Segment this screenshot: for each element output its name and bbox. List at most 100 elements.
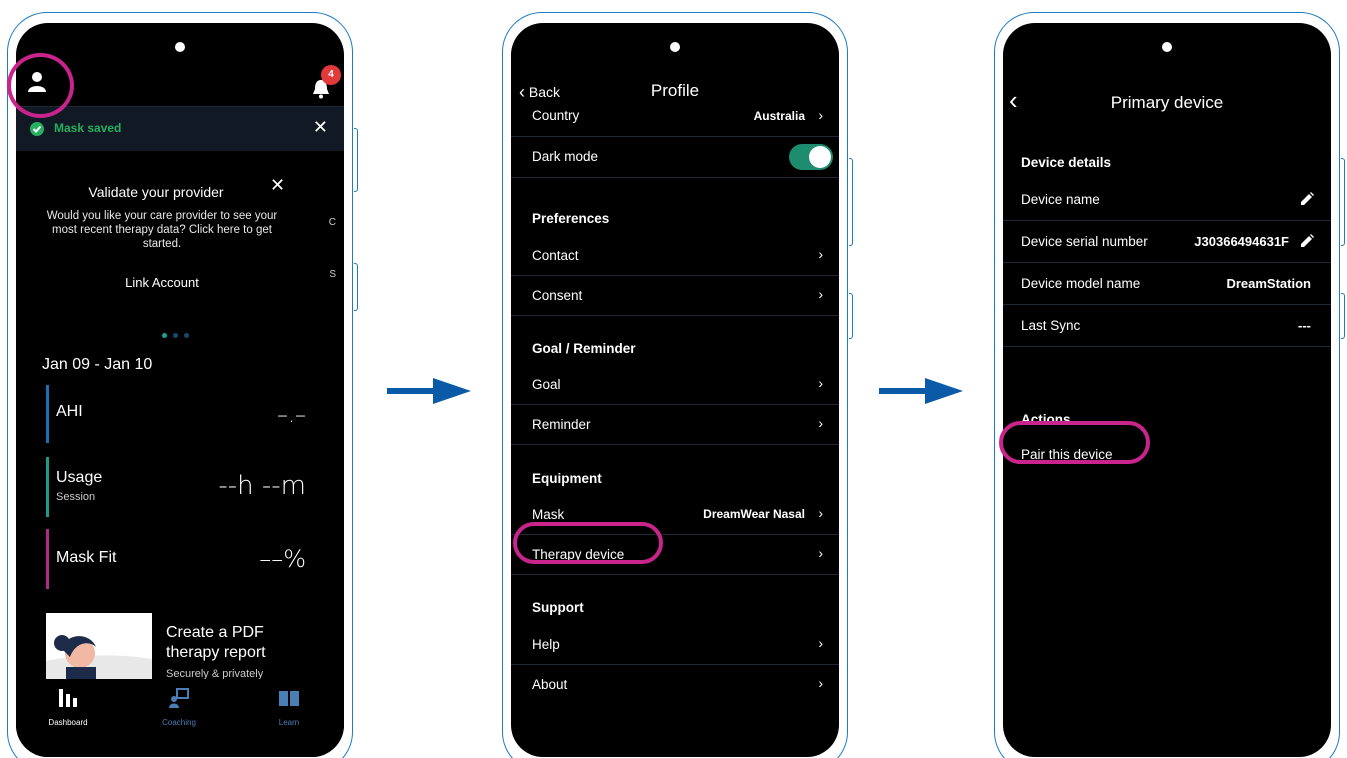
row-label: Country bbox=[532, 108, 580, 123]
metric-ahi[interactable]: AHI –.– bbox=[46, 385, 306, 443]
section-header: Preferences bbox=[532, 211, 610, 226]
row-label: Device serial number bbox=[1021, 234, 1148, 249]
highlight-profile-icon bbox=[7, 53, 74, 118]
metric-mask-fit[interactable]: Mask Fit ––% bbox=[46, 529, 306, 589]
highlight-therapy-device bbox=[513, 522, 663, 564]
carousel-dot[interactable] bbox=[173, 333, 178, 338]
carousel-dots[interactable] bbox=[162, 325, 195, 343]
row-last-sync: Last Sync --- bbox=[1003, 305, 1331, 347]
camera bbox=[668, 40, 682, 54]
carousel-dot[interactable] bbox=[184, 333, 189, 338]
row-goal[interactable]: Goal › bbox=[511, 365, 839, 405]
side-button bbox=[1341, 293, 1345, 339]
row-value: --- bbox=[1298, 318, 1311, 333]
close-icon[interactable]: ✕ bbox=[270, 175, 285, 196]
tab-dashboard[interactable]: Dashboard bbox=[33, 687, 103, 727]
section-header: Support bbox=[532, 600, 584, 615]
row-value: Australia bbox=[753, 109, 805, 123]
book-icon bbox=[279, 691, 299, 706]
metric-color-bar bbox=[46, 529, 49, 589]
row-label: Last Sync bbox=[1021, 318, 1081, 333]
tab-learn[interactable]: Learn bbox=[254, 687, 324, 727]
mask-saved-toast: Mask saved ✕ bbox=[16, 107, 344, 151]
row-about[interactable]: About › bbox=[511, 665, 839, 705]
row-model-name: Device model name DreamStation bbox=[1003, 263, 1331, 305]
toast-text: Mask saved bbox=[54, 121, 122, 135]
row-device-name[interactable]: Device name bbox=[1003, 179, 1331, 221]
chevron-right-icon: › bbox=[818, 505, 823, 521]
pencil-icon[interactable] bbox=[1299, 233, 1315, 249]
card-body: Would you like your care provider to see… bbox=[46, 210, 278, 250]
chevron-right-icon: › bbox=[818, 545, 823, 561]
card-title: Validate your provider bbox=[88, 184, 224, 200]
profile-screen: ‹ Back Profile Country Australia › Dark … bbox=[511, 23, 839, 757]
promo-title-line: therapy report bbox=[166, 644, 266, 661]
side-button bbox=[354, 128, 358, 192]
camera bbox=[1160, 40, 1174, 54]
side-button bbox=[849, 293, 853, 339]
highlight-pair-device bbox=[999, 421, 1150, 464]
row-value: DreamStation bbox=[1226, 276, 1311, 291]
side-button bbox=[849, 158, 853, 246]
arrow-right-icon bbox=[879, 378, 963, 404]
metric-value: --h --m bbox=[218, 471, 306, 501]
close-icon[interactable]: ✕ bbox=[313, 117, 328, 138]
pencil-icon[interactable] bbox=[1299, 191, 1315, 207]
row-label: Reminder bbox=[532, 417, 591, 432]
promo-illustration[interactable] bbox=[46, 613, 152, 679]
tab-label: Learn bbox=[278, 718, 300, 727]
chevron-right-icon: › bbox=[818, 415, 823, 431]
phone-dashboard: 4 Mask saved ✕ Validate your provider ✕ … bbox=[7, 12, 358, 758]
tab-coaching[interactable]: Coaching bbox=[144, 687, 214, 727]
row-label: Mask bbox=[532, 507, 565, 522]
row-label: Contact bbox=[532, 248, 579, 263]
metric-color-bar bbox=[46, 457, 49, 517]
promo-title[interactable]: Create a PDF therapy report bbox=[166, 623, 266, 663]
row-country[interactable]: Country Australia › bbox=[511, 97, 839, 137]
metric-name: Usage bbox=[56, 469, 103, 486]
chevron-right-icon: › bbox=[818, 286, 823, 302]
chevron-right-icon: › bbox=[818, 635, 823, 651]
tab-bar: Dashboard Coaching Learn bbox=[16, 679, 344, 757]
coaching-icon bbox=[169, 688, 189, 708]
chevron-right-icon: › bbox=[818, 246, 823, 262]
next-card-peek: S bbox=[329, 269, 336, 280]
row-help[interactable]: Help › bbox=[511, 625, 839, 665]
check-icon bbox=[30, 122, 44, 136]
tab-label: Dashboard bbox=[48, 718, 88, 727]
dark-mode-toggle[interactable] bbox=[789, 144, 833, 170]
bar-chart-icon bbox=[59, 689, 77, 707]
row-label: Consent bbox=[532, 288, 583, 303]
row-value: DreamWear Nasal bbox=[703, 507, 805, 521]
primary-device-screen: ‹ Primary device Device details Device n… bbox=[1003, 23, 1331, 757]
tab-label: Coaching bbox=[162, 718, 196, 727]
row-label: About bbox=[532, 677, 568, 692]
date-range[interactable]: Jan 09 - Jan 10 bbox=[42, 356, 152, 374]
notification-badge: 4 bbox=[321, 65, 341, 85]
metric-usage[interactable]: Usage Session --h --m bbox=[46, 457, 306, 517]
metric-value: ––% bbox=[259, 545, 306, 573]
arrow-right-icon bbox=[387, 378, 471, 404]
toggle-knob bbox=[809, 146, 831, 168]
row-label: Device model name bbox=[1021, 276, 1141, 291]
row-label: Dark mode bbox=[532, 149, 599, 164]
metric-value: –.– bbox=[277, 403, 306, 428]
link-account-button[interactable]: Link Account bbox=[16, 275, 308, 290]
chevron-right-icon: › bbox=[818, 107, 823, 123]
row-serial-number[interactable]: Device serial number J30366494631F bbox=[1003, 221, 1331, 263]
side-button bbox=[354, 263, 358, 311]
metric-name: Mask Fit bbox=[56, 549, 117, 566]
row-label: Device name bbox=[1021, 192, 1100, 207]
metric-name: AHI bbox=[56, 403, 83, 420]
carousel-dot[interactable] bbox=[162, 333, 167, 338]
phone-profile: ‹ Back Profile Country Australia › Dark … bbox=[502, 12, 853, 758]
row-consent[interactable]: Consent › bbox=[511, 276, 839, 316]
row-label: Goal bbox=[532, 377, 561, 392]
section-header: Equipment bbox=[532, 471, 602, 486]
metric-subtitle: Session bbox=[56, 491, 96, 503]
dashboard-screen: 4 Mask saved ✕ Validate your provider ✕ … bbox=[16, 23, 344, 757]
row-reminder[interactable]: Reminder › bbox=[511, 405, 839, 445]
row-contact[interactable]: Contact › bbox=[511, 236, 839, 276]
row-dark-mode: Dark mode bbox=[511, 138, 839, 178]
row-label: Help bbox=[532, 637, 560, 652]
